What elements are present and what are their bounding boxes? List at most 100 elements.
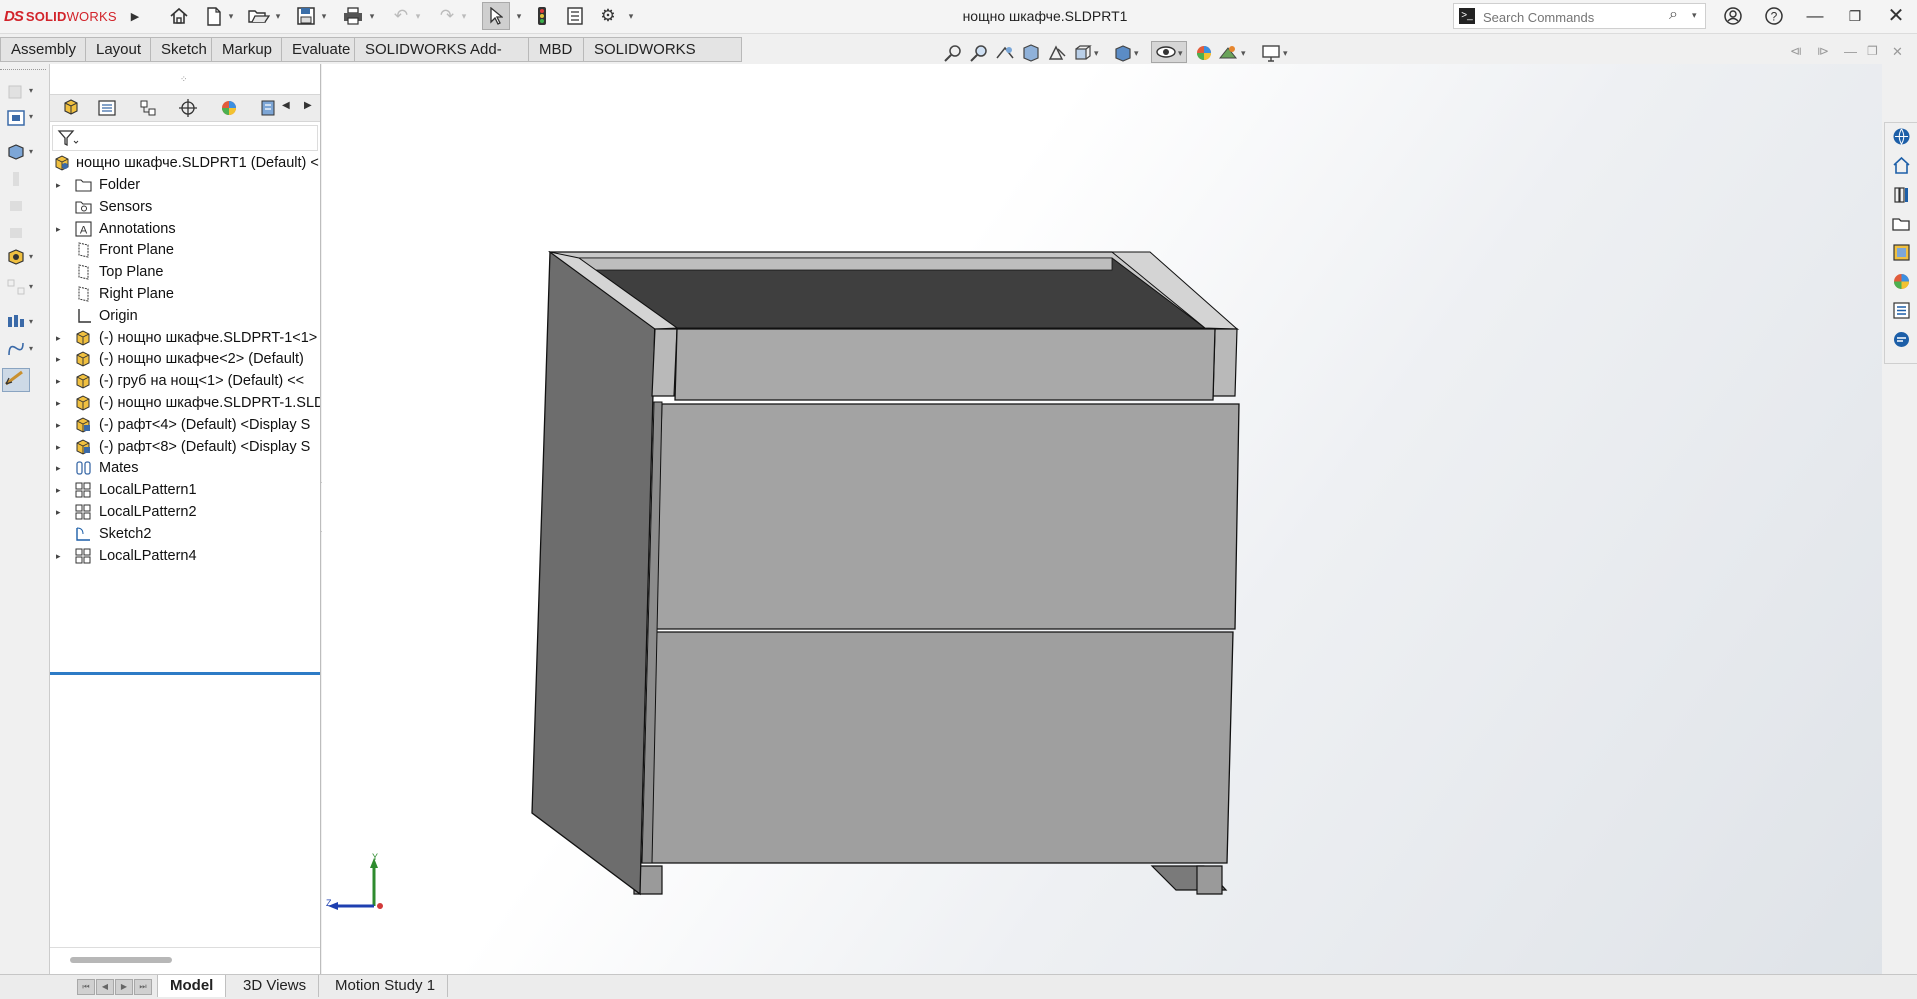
display-style-dropdown-arrow-icon[interactable]: ▾ [1134, 44, 1144, 62]
nightstand-3d-model[interactable] [322, 64, 1882, 974]
property-manager-tab-icon[interactable] [96, 98, 120, 118]
tab-markup[interactable]: Markup [211, 37, 282, 62]
search-icon[interactable]: ⌕ [1669, 6, 1678, 24]
3dexperience-home-icon[interactable] [1892, 156, 1911, 175]
dimxpert-manager-tab-icon[interactable] [177, 98, 201, 118]
tree-item[interactable]: ▸ (-) груб на нощ<1> (Default) << [50, 370, 320, 392]
display-style-icon[interactable] [1113, 44, 1133, 62]
show-hidden-components-icon[interactable] [6, 224, 26, 242]
column-dropdown-arrow-icon[interactable]: ▾ [29, 317, 33, 326]
tab-solidworks-cam[interactable]: SOLIDWORKS CAM [583, 37, 742, 82]
configuration-manager-tab-icon[interactable] [137, 98, 161, 118]
tree-item[interactable]: Right Plane [50, 283, 320, 305]
view-settings-monitor-icon[interactable] [1261, 44, 1281, 62]
tree-item[interactable]: ▸ (-) нощно шкафче<2> (Default) [50, 348, 320, 370]
feature-manager-tree-tab-icon[interactable] [60, 98, 84, 118]
restore-window-icon[interactable]: ❐ [1841, 4, 1869, 28]
cam-manager-tab-icon[interactable] [258, 98, 282, 118]
tree-item[interactable]: ▸ (-) нощно шкафче.SLDPRT-1<1> [50, 327, 320, 349]
solidworks-forum-icon[interactable] [1892, 330, 1911, 349]
next-tab-arrow-icon[interactable]: ▶ [115, 979, 133, 995]
mate-icon[interactable] [6, 109, 26, 127]
collapse-right-panel-icon[interactable]: ⧐ [1817, 44, 1837, 62]
expand-arrow-icon[interactable]: ▸ [56, 436, 61, 458]
help-icon[interactable]: ? [1760, 4, 1788, 28]
dynamic-annotation-views-icon[interactable] [1047, 44, 1067, 62]
tab-sketch[interactable]: Sketch [150, 37, 212, 62]
tab-evaluate[interactable]: Evaluate [281, 37, 355, 62]
doc-restore-icon[interactable]: ❐ [1867, 44, 1887, 62]
tree-horizontal-scrollbar[interactable] [70, 957, 172, 963]
expand-arrow-icon[interactable]: ▸ [56, 327, 61, 349]
filter-funnel-icon[interactable] [57, 129, 79, 147]
tree-item[interactable]: ▸ A Annotations [50, 218, 320, 240]
expand-arrow-icon[interactable]: ▸ [56, 218, 61, 240]
move-component-icon[interactable] [6, 197, 26, 215]
expand-arrow-icon[interactable]: ▸ [56, 174, 61, 196]
hide-show-dropdown-arrow-icon[interactable]: ▾ [1178, 44, 1188, 62]
tree-item[interactable]: Sketch2 [50, 523, 320, 545]
expand-arrow-icon[interactable]: ▸ [56, 501, 61, 523]
view-settings-dropdown-arrow-icon[interactable]: ▾ [1283, 44, 1293, 62]
expand-arrow-icon[interactable]: ▸ [56, 370, 61, 392]
view-orientation-dropdown-arrow-icon[interactable]: ▾ [1094, 44, 1104, 62]
expand-arrow-icon[interactable]: ▸ [56, 392, 61, 414]
edit-appearance-icon[interactable] [1194, 44, 1214, 62]
column-dropdown-arrow-icon[interactable]: ▾ [29, 252, 33, 261]
tree-item[interactable]: Origin [50, 305, 320, 327]
custom-properties-icon[interactable] [1892, 301, 1911, 320]
search-dropdown-arrow-icon[interactable]: ▾ [1692, 10, 1697, 21]
assembly-features-icon[interactable] [6, 248, 26, 266]
user-account-icon[interactable] [1719, 4, 1747, 28]
expand-arrow-icon[interactable]: ▸ [56, 545, 61, 567]
smart-fasteners-icon[interactable] [6, 170, 26, 188]
column-dropdown-arrow-icon[interactable]: ▾ [29, 282, 33, 291]
collapse-left-panel-icon[interactable]: ⧏ [1790, 44, 1810, 62]
previous-view-icon[interactable] [995, 44, 1015, 62]
reference-geometry-icon[interactable] [6, 278, 26, 296]
tree-item[interactable]: ▸ (-) рафт<8> (Default) <Display S [50, 436, 320, 458]
tree-item[interactable]: ▸ Folder [50, 174, 320, 196]
first-tab-arrow-icon[interactable]: ⏮ [77, 979, 95, 995]
expand-arrow-icon[interactable]: ▸ [56, 414, 61, 436]
column-dropdown-arrow-icon[interactable]: ▾ [29, 112, 33, 121]
appearances-scenes-icon[interactable] [1892, 272, 1911, 291]
file-explorer-icon[interactable] [1892, 214, 1911, 233]
panel-grip-icon[interactable]: ⁘ [180, 74, 188, 85]
expand-arrow-icon[interactable]: ▸ [56, 457, 61, 479]
search-input[interactable] [1481, 7, 1665, 27]
instant3d-icon[interactable] [2, 368, 30, 392]
tab-solidworks-add-ins[interactable]: SOLIDWORKS Add-Ins [354, 37, 529, 82]
search-commands-box[interactable]: >_ ⌕ ▾ [1453, 3, 1706, 29]
tab-3d-views[interactable]: 3D Views [231, 975, 320, 997]
tab-motion-study-1[interactable]: Motion Study 1 [323, 975, 449, 997]
column-dropdown-arrow-icon[interactable]: ▾ [29, 147, 33, 156]
tree-item[interactable]: ▸ Mates [50, 457, 320, 479]
exploded-view-icon[interactable] [6, 340, 26, 358]
zoom-to-area-icon[interactable] [969, 44, 989, 62]
tabs-scroll-right-icon[interactable]: ▶ [304, 100, 312, 111]
close-window-icon[interactable]: ✕ [1882, 4, 1910, 28]
tree-root-item[interactable]: нощно шкафче.SLDPRT1 (Default) < [50, 152, 320, 174]
column-dropdown-arrow-icon[interactable]: ▾ [29, 344, 33, 353]
apply-scene-dropdown-arrow-icon[interactable]: ▾ [1241, 44, 1251, 62]
insert-components-icon[interactable] [6, 83, 26, 101]
expand-arrow-icon[interactable]: ▸ [56, 348, 61, 370]
display-manager-tab-icon[interactable] [218, 98, 242, 118]
tree-item[interactable]: Sensors [50, 196, 320, 218]
solidworks-resources-icon[interactable] [1892, 127, 1911, 146]
tree-item[interactable]: ▸ LocalLPattern4 [50, 545, 320, 567]
apply-scene-icon[interactable] [1218, 44, 1238, 62]
graphics-area[interactable]: Y Z [322, 64, 1882, 974]
tree-item[interactable]: ▸ (-) рафт<4> (Default) <Display S [50, 414, 320, 436]
tab-mbd[interactable]: MBD [528, 37, 584, 62]
view-orientation-icon[interactable] [1073, 44, 1093, 62]
expand-arrow-icon[interactable]: ▸ [56, 479, 61, 501]
minimize-window-icon[interactable]: — [1801, 4, 1829, 28]
design-library-icon[interactable] [1892, 185, 1911, 204]
previous-tab-arrow-icon[interactable]: ◀ [96, 979, 114, 995]
tabs-scroll-left-icon[interactable]: ◀ [282, 100, 290, 111]
column-dropdown-arrow-icon[interactable]: ▾ [29, 86, 33, 95]
section-view-icon[interactable] [1021, 44, 1041, 62]
doc-close-icon[interactable]: ✕ [1892, 44, 1912, 62]
